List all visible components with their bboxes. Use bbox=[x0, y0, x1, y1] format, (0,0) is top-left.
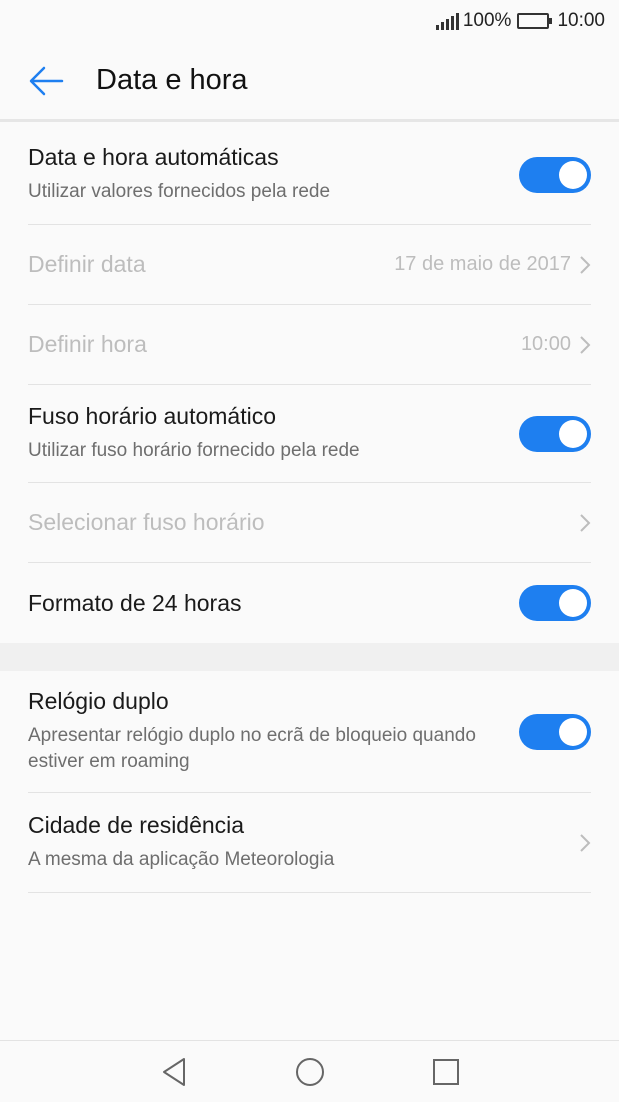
setting-auto-timezone[interactable]: Fuso horário automático Utilizar fuso ho… bbox=[28, 385, 591, 483]
auto-timezone-toggle[interactable] bbox=[519, 415, 591, 452]
arrow-left-icon bbox=[29, 66, 64, 95]
setting-title: Selecionar fuso horário bbox=[28, 509, 265, 535]
settings-list: Data e hora automáticas Utilizar valores… bbox=[0, 125, 619, 893]
chevron-right-icon bbox=[579, 255, 591, 275]
setting-select-timezone[interactable]: Selecionar fuso horário bbox=[28, 483, 591, 563]
setting-home-city[interactable]: Cidade de residência A mesma da aplicaçã… bbox=[28, 793, 591, 893]
setting-title: Relógio duplo bbox=[28, 688, 169, 714]
clock: 10:00 bbox=[557, 10, 605, 31]
setting-title: Definir data bbox=[28, 251, 146, 277]
back-button[interactable] bbox=[0, 41, 96, 121]
nav-home-button[interactable] bbox=[290, 1052, 330, 1092]
chevron-right-icon bbox=[579, 513, 591, 533]
status-bar: 100% 10:00 bbox=[0, 0, 619, 42]
setting-title: Cidade de residência bbox=[28, 812, 245, 838]
setting-subtitle: Apresentar relógio duplo no ecrã de bloq… bbox=[28, 725, 476, 772]
setting-title: Formato de 24 horas bbox=[28, 589, 242, 616]
chevron-right-icon bbox=[579, 833, 591, 853]
time-value: 10:00 bbox=[520, 333, 571, 355]
chevron-right-icon bbox=[579, 335, 591, 355]
battery-percent: 100% bbox=[462, 10, 512, 31]
home-circle-icon bbox=[295, 1057, 324, 1086]
nav-recents-button[interactable] bbox=[426, 1052, 466, 1092]
24-hour-format-toggle[interactable] bbox=[519, 585, 591, 621]
navigation-bar bbox=[0, 1040, 619, 1102]
setting-subtitle: Utilizar fuso horário fornecido pela red… bbox=[28, 440, 360, 461]
setting-set-date[interactable]: Definir data 17 de maio de 2017 bbox=[28, 225, 591, 305]
setting-set-time[interactable]: Definir hora 10:00 bbox=[28, 305, 591, 385]
setting-auto-date-time[interactable]: Data e hora automáticas Utilizar valores… bbox=[28, 125, 591, 225]
setting-24-hour-format[interactable]: Formato de 24 horas bbox=[28, 563, 591, 643]
auto-date-time-toggle[interactable] bbox=[519, 156, 591, 193]
setting-dual-clock[interactable]: Relógio duplo Apresentar relógio duplo n… bbox=[28, 671, 591, 793]
setting-title: Definir hora bbox=[28, 331, 147, 357]
back-triangle-icon bbox=[162, 1057, 185, 1086]
signal-icon bbox=[435, 12, 459, 30]
app-bar: Data e hora bbox=[0, 42, 619, 122]
setting-title: Data e hora automáticas bbox=[28, 144, 279, 170]
recents-square-icon bbox=[432, 1058, 459, 1085]
setting-subtitle: Utilizar valores fornecidos pela rede bbox=[28, 181, 331, 202]
setting-subtitle: A mesma da aplicação Meteorologia bbox=[28, 849, 335, 870]
section-divider bbox=[0, 643, 619, 671]
setting-title: Fuso horário automático bbox=[28, 403, 277, 429]
nav-back-button[interactable] bbox=[154, 1052, 194, 1092]
page-title: Data e hora bbox=[96, 64, 248, 96]
dual-clock-toggle[interactable] bbox=[519, 713, 591, 750]
date-value: 17 de maio de 2017 bbox=[394, 253, 571, 275]
battery-icon bbox=[517, 13, 553, 29]
